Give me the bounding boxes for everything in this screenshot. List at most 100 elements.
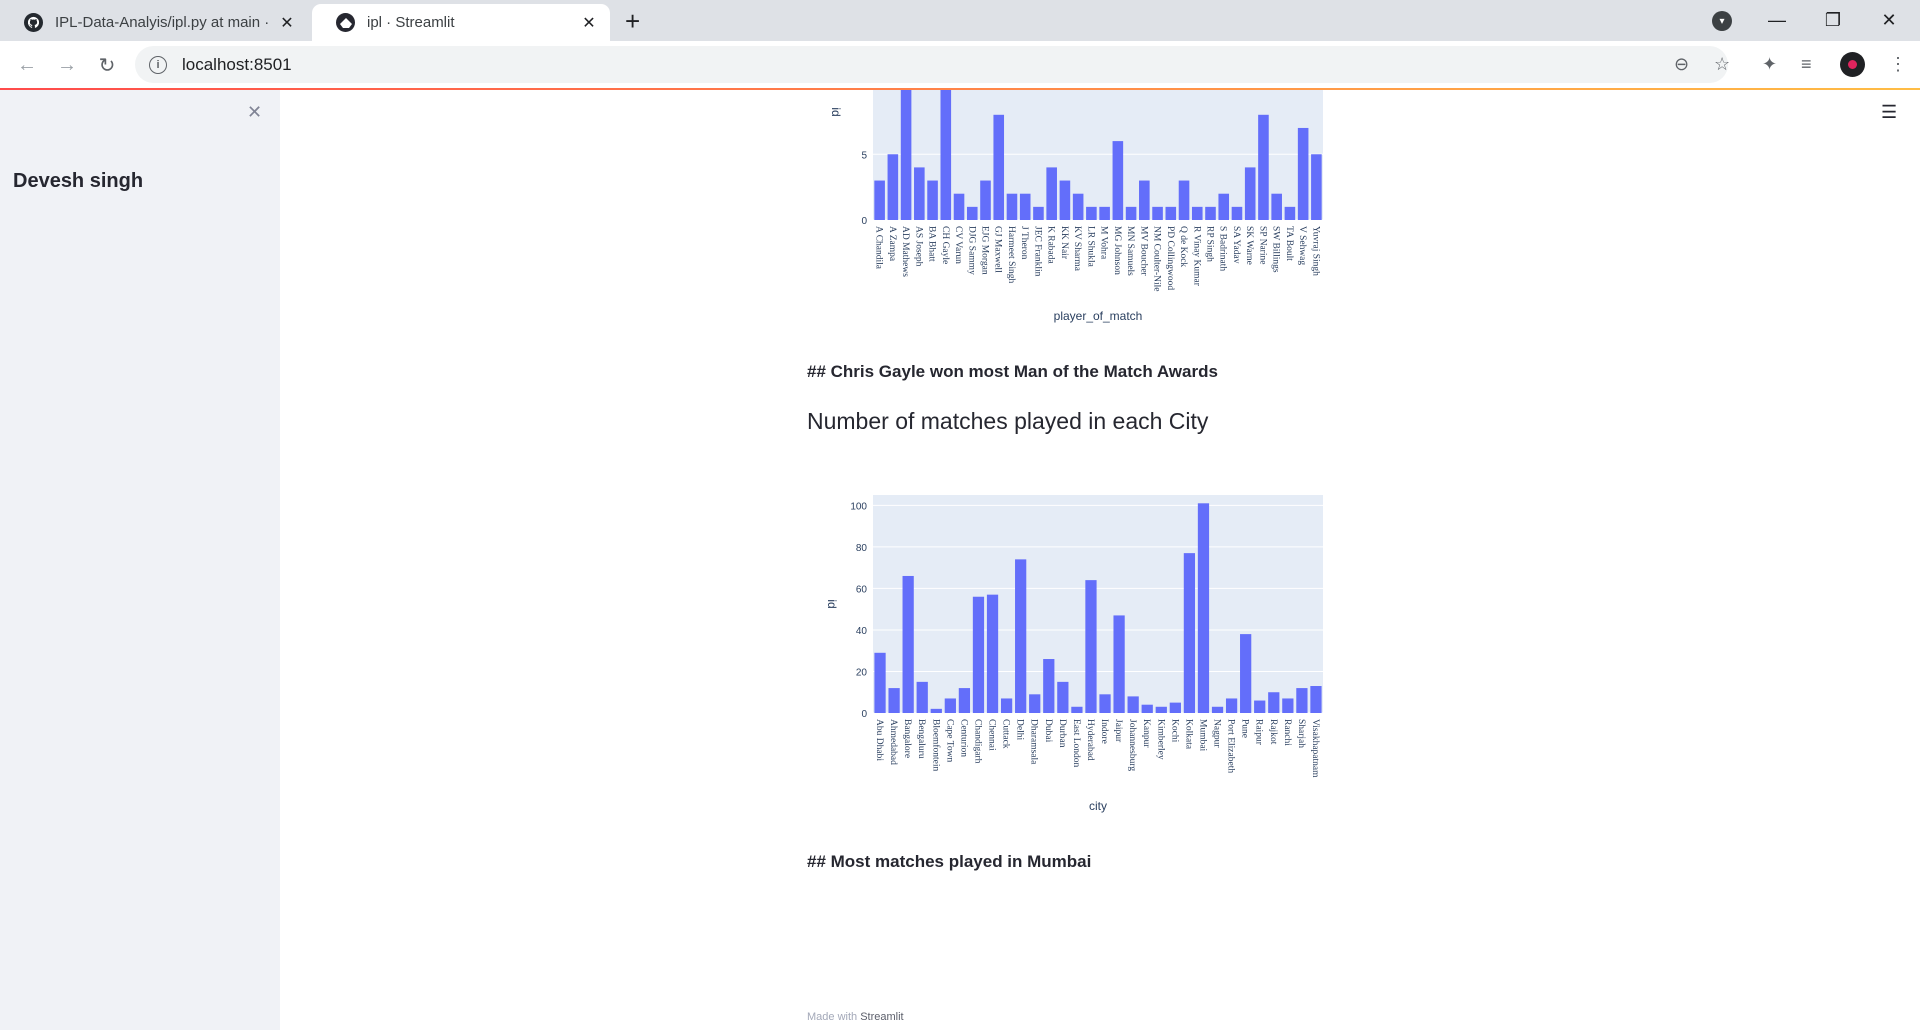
bar[interactable] [944, 698, 956, 713]
bar[interactable] [1197, 503, 1210, 713]
bar[interactable] [902, 575, 914, 713]
bar[interactable] [1086, 206, 1097, 220]
tab-close-icon[interactable]: ✕ [580, 13, 598, 33]
bar[interactable] [1099, 206, 1110, 220]
bar[interactable] [874, 652, 886, 713]
address-bar[interactable]: i localhost:8501 [135, 46, 1728, 83]
bar[interactable] [1139, 180, 1150, 220]
bar[interactable] [966, 206, 978, 220]
bar[interactable] [1059, 180, 1071, 220]
tab-github[interactable]: IPL-Data-Analyis/ipl.py at main · ✕ [0, 4, 308, 41]
bar[interactable] [1141, 704, 1153, 713]
bar[interactable] [1258, 114, 1269, 220]
bar[interactable] [927, 180, 938, 220]
new-tab-button[interactable]: + [625, 6, 640, 37]
x-tick-label: LR Shukla [1085, 226, 1095, 268]
bar[interactable] [1043, 659, 1055, 713]
bar[interactable] [1152, 206, 1163, 220]
bar[interactable] [993, 114, 1005, 220]
bar[interactable] [1072, 193, 1084, 220]
bar[interactable] [1057, 681, 1069, 713]
bar[interactable] [1297, 127, 1309, 220]
bar[interactable] [1191, 206, 1203, 220]
profile-avatar[interactable] [1840, 52, 1865, 77]
bar[interactable] [1231, 206, 1243, 220]
bar[interactable] [1271, 193, 1282, 220]
browser-menu-icon[interactable]: ⋮ [1889, 54, 1907, 75]
sidebar-close-icon[interactable]: ✕ [247, 102, 262, 123]
restore-icon[interactable]: ❐ [1805, 0, 1861, 41]
footer-brand-link[interactable]: Streamlit [860, 1011, 903, 1023]
bar[interactable] [1006, 193, 1018, 220]
zoom-icon[interactable]: ⊖ [1674, 54, 1689, 75]
x-tick-label: Kochi [1169, 719, 1179, 743]
bar[interactable] [914, 167, 925, 220]
bar[interactable] [1125, 206, 1137, 220]
bar[interactable] [1085, 580, 1097, 713]
bar[interactable] [1099, 694, 1111, 713]
bookmark-star-icon[interactable]: ☆ [1714, 54, 1730, 75]
bar[interactable] [1112, 141, 1124, 220]
window-close-icon[interactable]: ✕ [1861, 0, 1917, 41]
tab-streamlit[interactable]: ipl · Streamlit ✕ [312, 4, 610, 41]
site-info-icon[interactable]: i [149, 55, 167, 74]
bar[interactable] [1296, 688, 1308, 713]
bar[interactable] [1268, 692, 1280, 713]
bar[interactable] [1284, 206, 1296, 220]
bar[interactable] [1033, 206, 1044, 220]
bar[interactable] [1000, 698, 1013, 713]
bar[interactable] [1019, 193, 1031, 220]
tab-search-icon[interactable]: ▾ [1712, 11, 1732, 31]
x-tick-label: Port Elizabeth [1226, 719, 1236, 773]
bar[interactable] [1205, 206, 1216, 220]
minimize-icon[interactable]: — [1749, 0, 1805, 41]
app-menu-icon[interactable]: ☰ [1881, 102, 1897, 123]
bar[interactable] [1218, 193, 1230, 220]
y-tick-label: 80 [856, 543, 868, 554]
bar[interactable] [986, 594, 999, 713]
reload-icon[interactable]: ↻ [91, 49, 123, 81]
x-tick-label: Kimberley [1155, 719, 1165, 760]
bar[interactable] [1225, 698, 1238, 713]
bar[interactable] [1029, 694, 1041, 713]
bar[interactable] [1015, 559, 1027, 713]
bar[interactable] [1113, 615, 1125, 713]
bar[interactable] [1165, 206, 1177, 220]
bar[interactable] [953, 193, 965, 220]
y-tick-label: 40 [856, 626, 868, 637]
bar[interactable] [1311, 154, 1322, 220]
bar[interactable] [958, 688, 971, 713]
bar[interactable] [900, 90, 912, 220]
bar[interactable] [874, 180, 885, 220]
y-tick-label: 0 [861, 216, 867, 227]
bar[interactable] [1155, 706, 1167, 713]
bar[interactable] [1071, 706, 1083, 713]
bar[interactable] [940, 90, 952, 220]
bar[interactable] [1169, 702, 1181, 713]
bar[interactable] [1244, 167, 1256, 220]
back-icon[interactable]: ← [11, 49, 43, 81]
extensions-icon[interactable]: ✦ [1762, 54, 1777, 75]
bar[interactable] [1211, 706, 1224, 713]
bar[interactable] [887, 154, 899, 220]
tab-close-icon[interactable]: ✕ [278, 13, 296, 33]
bar[interactable] [1127, 696, 1139, 713]
x-tick-label: SK Warne [1244, 226, 1254, 265]
bar[interactable] [1178, 180, 1190, 220]
bar[interactable] [1183, 553, 1196, 713]
bar[interactable] [980, 180, 991, 220]
bar[interactable] [930, 708, 942, 713]
media-control-icon[interactable]: ≡ [1801, 54, 1812, 75]
bar[interactable] [1046, 167, 1057, 220]
bar[interactable] [1310, 686, 1322, 713]
bar[interactable] [888, 688, 900, 713]
x-tick-label: Dubai [1043, 719, 1053, 743]
x-tick-label: TA Boult [1284, 226, 1294, 261]
bar[interactable] [1254, 700, 1266, 713]
forward-icon[interactable]: → [51, 49, 83, 81]
bar[interactable] [1282, 698, 1294, 713]
bar[interactable] [1240, 634, 1252, 713]
bar[interactable] [916, 681, 928, 713]
bar[interactable] [972, 596, 985, 713]
x-tick-label: Pune [1240, 719, 1250, 738]
